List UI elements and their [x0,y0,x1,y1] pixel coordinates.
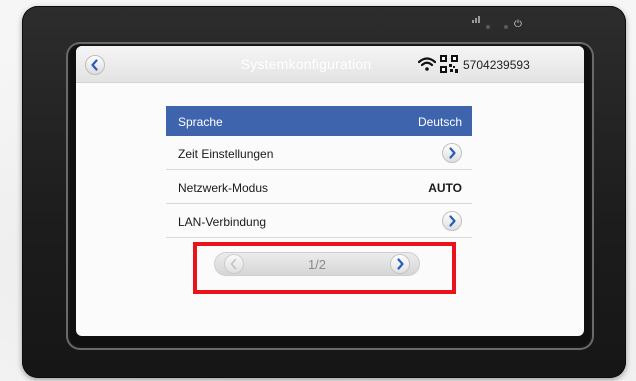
open-zeit-einstellungen-button[interactable] [442,143,462,163]
settings-row-label: LAN-Verbindung [178,215,267,229]
back-chevron-icon [91,59,98,71]
settings-row-lan-verbindung[interactable]: LAN-Verbindung [166,204,472,238]
settings-row-value: AUTO [428,181,462,195]
qr-code-icon [440,55,458,73]
settings-list: Sprache Deutsch Zeit Einstellungen Netzw… [166,106,472,238]
settings-row-value: Deutsch [417,115,462,129]
chevron-right-icon [449,215,456,227]
led-dot-icon [486,25,490,29]
highlight-box [193,242,456,294]
led-dot-icon [504,25,508,29]
open-lan-verbindung-button[interactable] [442,211,462,231]
wifi-icon [418,57,436,71]
chevron-right-icon [449,147,456,159]
page-title: Systemkonfiguration [240,56,372,72]
settings-row-label: Sprache [178,115,223,129]
settings-row-label: Netzwerk-Modus [178,181,269,195]
settings-row-sprache[interactable]: Sprache Deutsch [166,106,472,136]
settings-row-zeit-einstellungen[interactable]: Zeit Einstellungen [166,136,472,170]
settings-row-netzwerk-modus[interactable]: Netzwerk-Modus AUTO [166,170,472,204]
back-button[interactable] [85,55,105,75]
power-icon: ⏻ [514,19,522,30]
device-serial: 5704239593 [463,58,530,72]
title-bar: Systemkonfiguration 5704239593 [76,46,584,83]
settings-row-label: Zeit Einstellungen [178,147,274,161]
